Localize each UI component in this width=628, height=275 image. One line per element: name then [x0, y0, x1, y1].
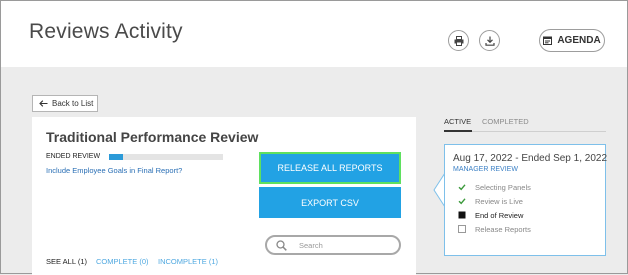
timeline-phase: MANAGER REVIEW	[453, 166, 518, 173]
timeline-date-range: Aug 17, 2022 - Ended Sep 1, 2022	[453, 153, 608, 164]
search-input[interactable]: Search	[265, 235, 401, 255]
timeline-card: Aug 17, 2022 - Ended Sep 1, 2022 MANAGER…	[444, 144, 608, 256]
timeline-step-label: Release Reports	[475, 225, 531, 234]
tab-active-indicator	[444, 130, 472, 132]
print-button[interactable]	[448, 30, 469, 51]
back-to-list-label: Back to List	[52, 99, 94, 108]
timeline-step-label: Review is Live	[475, 197, 523, 206]
calendar-icon	[543, 36, 553, 45]
search-placeholder: Search	[299, 241, 323, 250]
review-card: Traditional Performance Review ENDED REV…	[32, 117, 416, 275]
check-icon	[458, 184, 466, 191]
arrow-left-icon	[39, 100, 48, 107]
filter-complete[interactable]: COMPLETE (0)	[96, 257, 149, 266]
timeline-step: Selecting Panels	[458, 183, 531, 192]
agenda-button[interactable]: AGENDA	[539, 29, 605, 52]
empty-square-icon	[458, 225, 466, 233]
review-title: Traditional Performance Review	[46, 129, 259, 145]
filled-square-icon	[458, 211, 466, 219]
download-icon	[484, 36, 495, 46]
timeline-step: Release Reports	[458, 225, 531, 234]
release-all-reports-button[interactable]: RELEASE ALL REPORTS	[259, 152, 401, 184]
print-icon	[454, 35, 463, 46]
timeline-step-label: End of Review	[475, 211, 524, 220]
agenda-label: AGENDA	[557, 35, 601, 46]
download-button[interactable]	[479, 30, 500, 51]
filter-see-all[interactable]: SEE ALL (1)	[46, 257, 87, 266]
review-status: ENDED REVIEW	[46, 153, 101, 160]
timeline-step: End of Review	[458, 211, 524, 220]
timeline-step-label: Selecting Panels	[475, 183, 531, 192]
review-progress-fill	[109, 154, 123, 160]
timeline-step: Review is Live	[458, 197, 523, 206]
filter-incomplete[interactable]: INCOMPLETE (1)	[158, 257, 218, 266]
search-icon	[276, 240, 287, 251]
include-goals-link[interactable]: Include Employee Goals in Final Report?	[46, 166, 182, 175]
review-progress-bar	[109, 154, 223, 160]
check-icon	[458, 198, 466, 205]
tab-active[interactable]: ACTIVE	[444, 117, 471, 126]
back-to-list-button[interactable]: Back to List	[32, 95, 98, 112]
tab-completed[interactable]: COMPLETED	[482, 117, 529, 126]
page-header: Reviews Activity AGENDA	[1, 1, 627, 67]
page-title: Reviews Activity	[29, 20, 183, 43]
export-csv-button[interactable]: EXPORT CSV	[259, 187, 401, 218]
